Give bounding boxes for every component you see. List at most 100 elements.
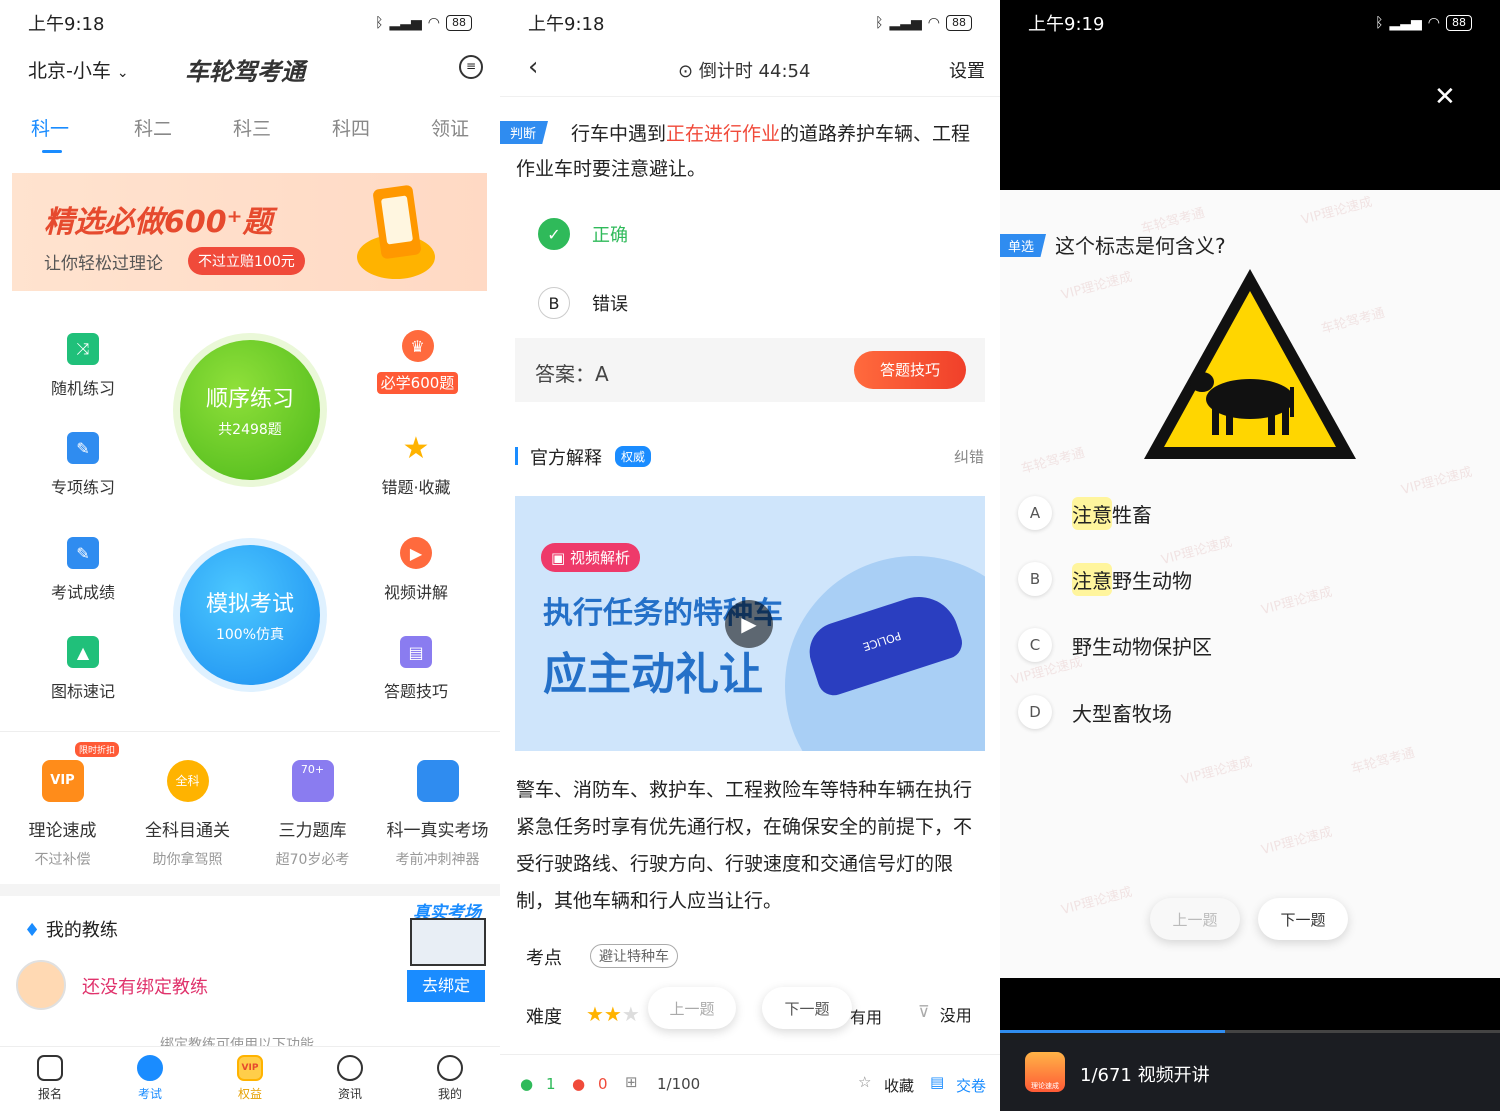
- banner-subtitle: 让你轻松过理论: [44, 254, 163, 274]
- correct-count: 1: [546, 1075, 556, 1093]
- vip-real-exam[interactable]: 科一真实考场考前冲刺神器: [375, 760, 500, 869]
- authority-badge: 权威: [615, 446, 652, 467]
- vip-theory-title: 理论速成: [28, 821, 97, 841]
- signal-icon: ▂▃▅: [889, 15, 922, 31]
- useful-button[interactable]: 有用: [850, 1004, 882, 1028]
- tips-button[interactable]: 答题技巧: [854, 351, 966, 389]
- explain-title: 官方解释: [530, 448, 602, 469]
- tab-license[interactable]: 领证: [431, 114, 469, 141]
- topic-practice[interactable]: ✎ 专项练习: [43, 432, 123, 498]
- video-thumbnail[interactable]: ▣ 视频解析 执行任务的特种车 应主动礼让 POLICE ▶: [515, 496, 985, 751]
- prev-question-button[interactable]: 上一题: [648, 987, 736, 1029]
- sequential-practice-button[interactable]: 顺序练习 共2498题: [180, 340, 320, 480]
- sign-memo[interactable]: ▲ 图标速记: [43, 636, 123, 702]
- back-icon[interactable]: ‹: [528, 52, 538, 82]
- video-tag-text: 视频解析: [569, 549, 630, 567]
- option-b-letter: B: [1018, 562, 1052, 596]
- vip-three-abilities[interactable]: 70+ 三力题库 超70岁必考: [250, 760, 375, 869]
- answer-box: 答案：A 答题技巧: [515, 338, 985, 402]
- next-question-button[interactable]: 下一题: [762, 987, 852, 1029]
- vip-crown-icon: VIP: [237, 1055, 263, 1081]
- submit-icon: ▤: [930, 1073, 945, 1091]
- promo-banner[interactable]: 精选必做600⁺题 让你轻松过理论 不过立赔100元: [12, 173, 487, 291]
- city-selector[interactable]: 北京-小车 ⌄: [28, 56, 129, 83]
- option-d-text: 大型畜牧场: [1072, 701, 1172, 726]
- bind-coach-button[interactable]: 去绑定: [407, 970, 485, 1002]
- exam-scores[interactable]: ✎ 考试成绩: [43, 537, 123, 603]
- status-bar: 上午9:18 ᛒ ▂▃▅ ◠ 88: [500, 0, 1000, 46]
- option-a[interactable]: A 注意 牲畜: [1018, 496, 1152, 530]
- phone-illustration-icon: [357, 184, 435, 281]
- prev-question-button[interactable]: 上一题: [1150, 898, 1240, 940]
- cattle-warning-sign-icon: [1144, 269, 1356, 459]
- video-frame[interactable]: 车轮驾考通 VIP理论速成 VIP理论速成 车轮驾考通 车轮驾考通 VIP理论速…: [1000, 190, 1500, 978]
- status-time: 上午9:18: [28, 14, 105, 35]
- message-icon[interactable]: ≡: [459, 55, 483, 79]
- sequential-count: 共2498题: [218, 422, 282, 438]
- status-time: 上午9:18: [528, 14, 605, 35]
- must600[interactable]: ♛ 必学600题: [370, 330, 465, 394]
- tab-ke1[interactable]: 科一: [31, 114, 69, 141]
- answer-skills-label: 答题技巧: [383, 682, 448, 701]
- option-b[interactable]: B 错误: [538, 287, 628, 319]
- vip-three-title: 三力题库: [278, 821, 347, 841]
- settings-button[interactable]: 设置: [949, 57, 985, 83]
- report-error-link[interactable]: 纠错: [954, 446, 984, 467]
- useless-button[interactable]: ⊽ 没用: [918, 1002, 972, 1026]
- wrong-icon: ●: [572, 1075, 586, 1093]
- mock-sub: 100%仿真: [215, 627, 285, 643]
- computer-illustration-icon: [410, 918, 486, 966]
- vip-real-title: 科一真实考场: [386, 821, 489, 841]
- option-b[interactable]: B 注意 野生动物: [1018, 562, 1192, 596]
- vip-real-sub: 考前冲刺神器: [395, 852, 480, 868]
- answer-text: 答案：A: [535, 362, 609, 386]
- grid-icon[interactable]: ⊞: [625, 1073, 638, 1091]
- submit-button[interactable]: 交卷: [956, 1075, 986, 1096]
- nav-benefits[interactable]: VIP 权益: [200, 1047, 300, 1102]
- sign-memo-label: 图标速记: [50, 682, 115, 701]
- next-question-button[interactable]: 下一题: [1258, 898, 1348, 940]
- section-marker: [515, 447, 518, 465]
- option-d[interactable]: D 大型畜牧场: [1018, 695, 1172, 729]
- point-tag[interactable]: 避让特种车: [590, 944, 678, 968]
- wrong-favorites[interactable]: ★ 错题·收藏: [376, 431, 456, 498]
- shield-icon: 全科: [166, 760, 209, 802]
- tab-ke3[interactable]: 科三: [233, 114, 271, 141]
- nav-signup[interactable]: 报名: [0, 1047, 100, 1102]
- wifi-icon: ◠: [927, 15, 940, 31]
- vip-icon: VIP: [41, 760, 84, 802]
- wrong-count: 0: [598, 1075, 608, 1093]
- favorite-button[interactable]: 收藏: [884, 1075, 914, 1096]
- question-type-badge: 单选: [1000, 234, 1047, 257]
- player-bar: 理论速成 1/671 视频开讲: [1000, 1030, 1500, 1111]
- tab-ke2[interactable]: 科二: [134, 114, 172, 141]
- close-icon[interactable]: ✕: [1434, 82, 1456, 112]
- progress-count[interactable]: 1/100: [657, 1075, 700, 1093]
- random-practice[interactable]: ⤨ 随机练习: [43, 333, 123, 399]
- option-c[interactable]: C 野生动物保护区: [1018, 628, 1212, 662]
- vip-theory[interactable]: 限时折扣 VIP 理论速成 不过补偿: [0, 742, 125, 869]
- bluetooth-icon: ᛒ: [375, 15, 384, 31]
- mock-exam-button[interactable]: 模拟考试 100%仿真: [180, 545, 320, 685]
- vip-all-subjects[interactable]: 全科 全科目通关 助你拿驾照: [125, 760, 250, 869]
- video-lectures[interactable]: ▶ 视频讲解: [376, 537, 456, 603]
- star-outline-icon[interactable]: ☆: [858, 1073, 871, 1091]
- vip-all-sub: 助你拿驾照: [152, 852, 223, 868]
- watermark: VIP理论速成: [1059, 884, 1134, 919]
- answer-skills[interactable]: ▤ 答题技巧: [376, 636, 456, 702]
- nav-exam[interactable]: 考试: [100, 1047, 200, 1102]
- status-bar: 上午9:19 ᛒ ▂▃▅ ◠ 88: [1000, 0, 1500, 46]
- q-highlight: 正在进行作业: [666, 123, 781, 145]
- correct-icon: ●: [520, 1075, 534, 1093]
- tab-ke4[interactable]: 科四: [332, 114, 370, 141]
- option-a[interactable]: ✓ 正确: [538, 218, 628, 250]
- option-a-text: 牲畜: [1112, 502, 1152, 527]
- option-a-text: 正确: [592, 225, 628, 246]
- nav-mine[interactable]: 我的: [400, 1047, 500, 1102]
- bottom-nav: 报名 考试 VIP 权益 资讯 我的: [0, 1046, 500, 1111]
- nav-news[interactable]: 资讯: [300, 1047, 400, 1102]
- play-icon[interactable]: ▶: [725, 600, 773, 648]
- signup-icon: [37, 1055, 63, 1081]
- check-icon: ✓: [538, 218, 570, 250]
- play-circle-icon: ⊙: [678, 61, 694, 82]
